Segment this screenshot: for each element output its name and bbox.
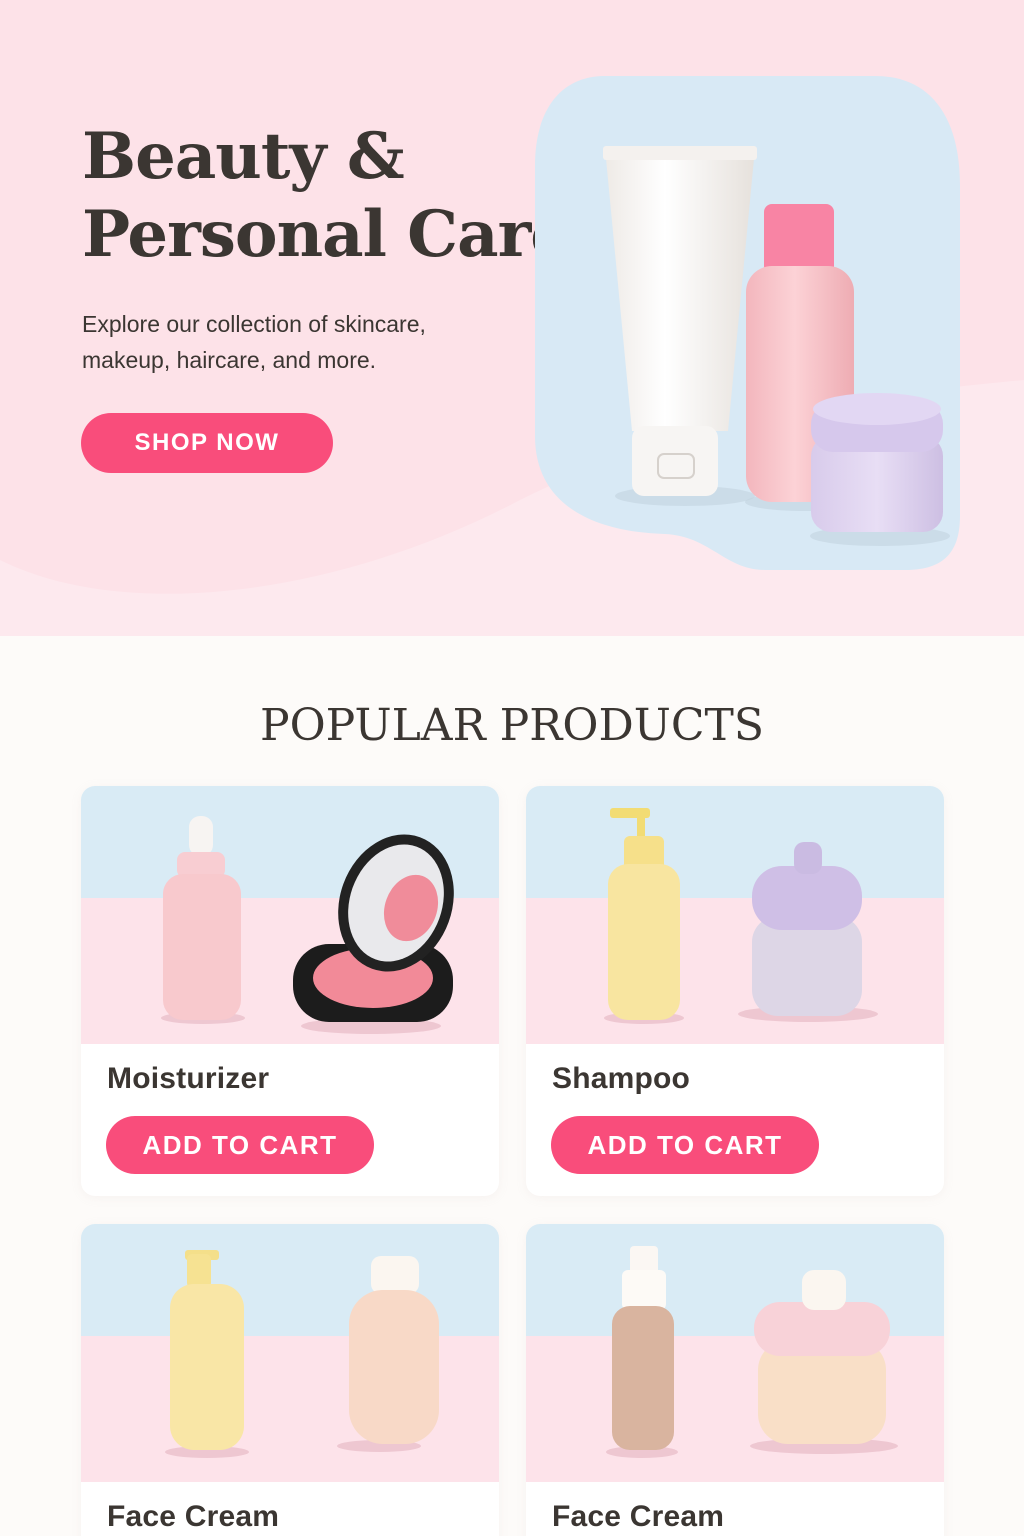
hero-title-line-1: Beauty & [82, 119, 405, 194]
product-card-moisturizer: Moisturizer ADD TO CART [81, 786, 499, 1196]
product-card-shampoo: Shampoo ADD TO CART [526, 786, 944, 1196]
product-name: Face Cream [107, 1500, 280, 1533]
product-image [81, 1224, 499, 1482]
hero-banner: Beauty & Personal Care Explore our colle… [0, 0, 1024, 636]
product-card-face-cream-2: Face Cream [526, 1224, 944, 1536]
add-to-cart-button[interactable]: ADD TO CART [551, 1116, 819, 1174]
hero-title: Beauty & Personal Care [82, 118, 571, 274]
hero-subtitle-line-1: Explore our collection of skincare, [82, 311, 426, 337]
add-to-cart-button[interactable]: ADD TO CART [106, 1116, 374, 1174]
product-name: Moisturizer [107, 1062, 270, 1095]
shop-now-button[interactable]: SHOP NOW [81, 413, 333, 473]
section-title-popular-products: POPULAR PRODUCTS [259, 700, 765, 751]
product-name: Shampoo [552, 1062, 691, 1095]
hero-subtitle-line-2: makeup, haircare, and more. [82, 347, 377, 373]
product-name: Face Cream [552, 1500, 725, 1533]
hero-title-line-2: Personal Care [82, 197, 571, 272]
product-image [526, 1224, 944, 1482]
hero-product-image [535, 76, 960, 570]
hero-subtitle: Explore our collection of skincare, make… [82, 306, 502, 378]
product-image [81, 786, 499, 1044]
product-card-face-cream: Face Cream [81, 1224, 499, 1536]
product-image [526, 786, 944, 1044]
